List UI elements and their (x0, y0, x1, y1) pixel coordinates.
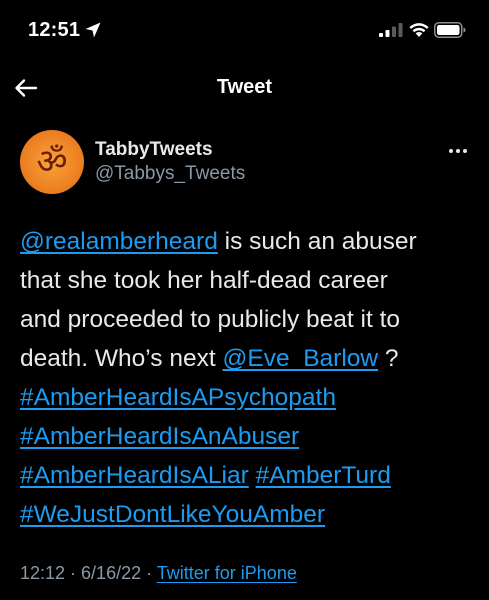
avatar-om-symbol: ॐ (36, 142, 68, 182)
location-arrow-icon (85, 22, 101, 38)
more-options-icon (449, 149, 453, 153)
tweet-detail-screen: 12:51 Tweet ॐ TabbyTweets @Tabbys_Tweets… (0, 0, 489, 600)
hashtag-link[interactable]: #AmberHeardIsALiar (20, 462, 249, 489)
author-username[interactable]: @Tabbys_Tweets (95, 163, 245, 185)
tweet-line: #AmberHeardIsAnAbuser (20, 417, 478, 456)
tweet-text-segment: is such an abuser (217, 228, 417, 255)
tweet-line: death. Who’s next @Eve_Barlow ? (20, 339, 478, 378)
page-title: Tweet (216, 76, 273, 98)
tweet-line: that she took her half-dead career (20, 267, 388, 294)
wifi-icon (409, 23, 429, 37)
tweet-text-segment: death. Who’s next (20, 345, 223, 372)
avatar[interactable]: ॐ (20, 130, 84, 194)
tweet-line: #AmberHeardIsALiar #AmberTurd (20, 456, 478, 495)
more-options-icon (463, 149, 467, 153)
tweet-text: @realamberheard is such an abuser that s… (20, 222, 478, 534)
more-options-button[interactable] (444, 142, 472, 160)
mention-link[interactable]: @Eve_Barlow (222, 345, 378, 372)
tweet-source-link[interactable]: Twitter for iPhone (157, 563, 297, 583)
hashtag-link[interactable]: #AmberHeardIsAPsychopath (20, 384, 336, 411)
tweet-meta: 12:12 · 6/16/22 · Twitter for iPhone (20, 563, 297, 584)
meta-separator: · (65, 563, 82, 583)
meta-separator: · (141, 563, 157, 583)
tweet-line: @realamberheard is such an abuser (20, 222, 478, 261)
battery-icon (434, 22, 466, 38)
tweet-author: ॐ TabbyTweets @Tabbys_Tweets (0, 124, 489, 196)
tweet-line: and proceeded to publicly beat it to (20, 306, 401, 333)
tweet-line: #WeJustDontLikeYouAmber (20, 495, 478, 534)
cellular-signal-icon (379, 23, 403, 37)
status-time: 12:51 (28, 19, 81, 41)
hashtag-link[interactable]: #WeJustDontLikeYouAmber (20, 501, 325, 528)
status-bar: 12:51 (0, 0, 489, 64)
author-display-name[interactable]: TabbyTweets (95, 139, 213, 161)
tweet-text-segment: ? (378, 345, 399, 372)
mention-link[interactable]: @realamberheard (20, 228, 218, 255)
more-options-icon (456, 149, 460, 153)
tweet-date: 6/16/22 (81, 563, 142, 583)
hashtag-link[interactable]: #AmberHeardIsAnAbuser (20, 423, 299, 450)
tweet-time: 12:12 (20, 563, 66, 583)
tweet-line: #AmberHeardIsAPsychopath (20, 378, 478, 417)
nav-bar: Tweet (0, 64, 489, 112)
hashtag-link[interactable]: #AmberTurd (256, 462, 391, 489)
